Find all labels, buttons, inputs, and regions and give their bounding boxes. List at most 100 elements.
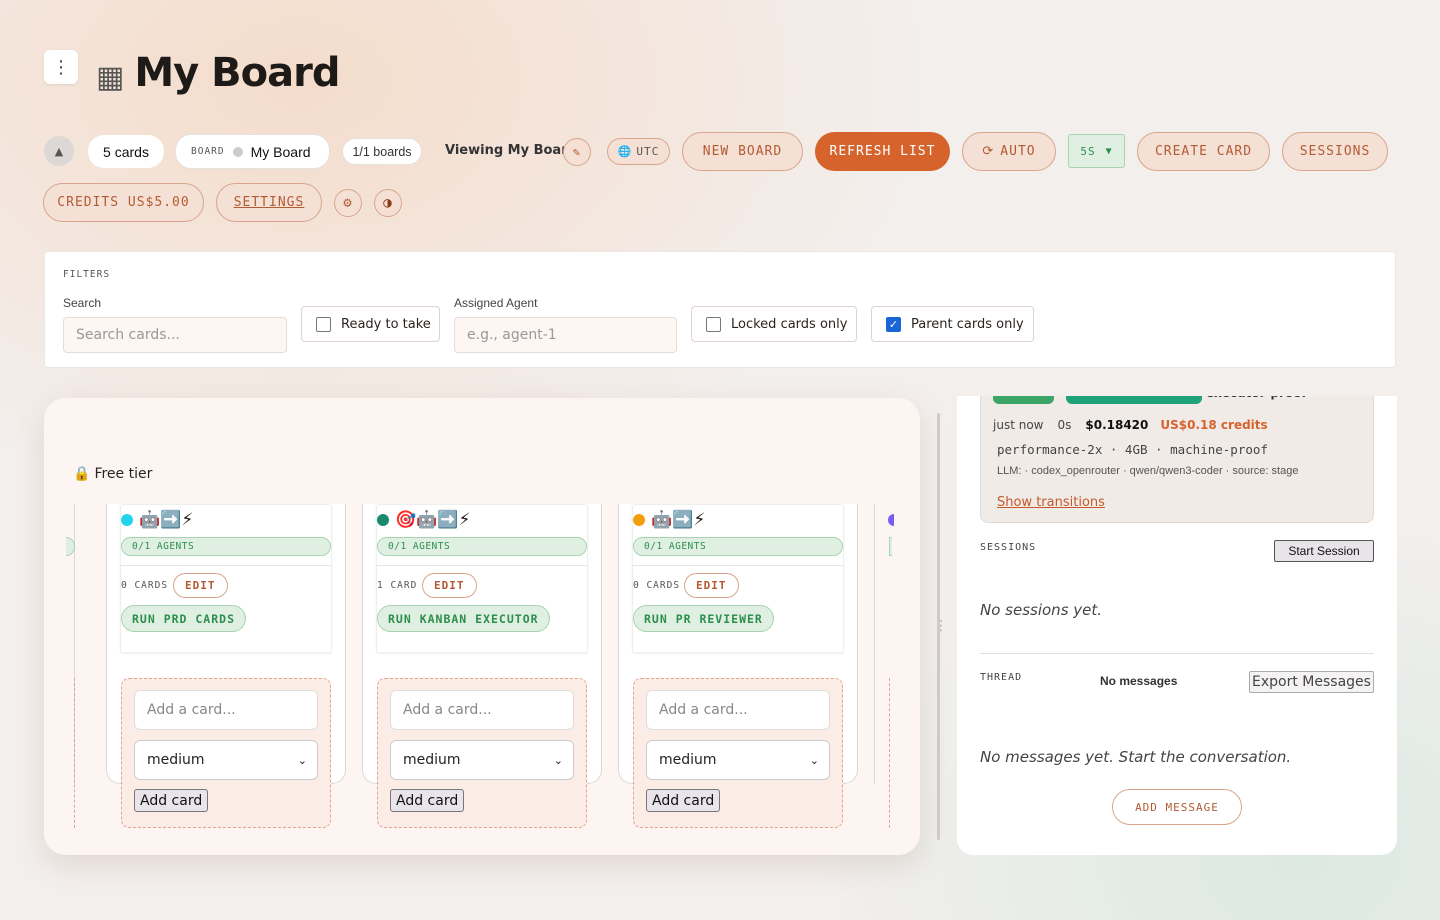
board-selector[interactable]: BOARD My Board (175, 134, 330, 169)
viewing-label: Viewing My Board (445, 143, 577, 158)
run-agent-button[interactable]: RUN PR REVIEWER (633, 605, 774, 632)
status-dot (633, 514, 645, 526)
credits-label: CREDITS US$5.00 (57, 195, 190, 210)
create-card-button[interactable]: CREATE CARD (1137, 132, 1270, 171)
edit-column-button[interactable]: EDIT (173, 573, 228, 598)
run-cost: $0.18420 (1085, 418, 1149, 432)
timezone-button[interactable]: 🌐 UTC (607, 138, 670, 165)
add-zone-partial (889, 678, 891, 828)
filters-panel: FILTERS Search Search cards... Ready to … (44, 251, 1396, 368)
grid-icon: ▦ (96, 59, 125, 95)
edit-column-button[interactable]: EDIT (422, 573, 477, 598)
priority-select[interactable]: medium ⌄ (134, 740, 318, 780)
priority-select[interactable]: medium ⌄ (646, 740, 830, 780)
pencil-icon: ✎ (572, 145, 582, 159)
vertical-dots-icon: ⋮ (52, 56, 70, 78)
parent-cards-checkbox[interactable]: ✓ Parent cards only (871, 306, 1034, 342)
chevron-down-icon: ⌄ (297, 753, 307, 767)
divider (377, 565, 587, 566)
ready-to-take-checkbox[interactable]: Ready to take (301, 306, 440, 342)
interval-select[interactable]: 5S ▼ (1068, 134, 1125, 168)
agents-badge-partial (889, 537, 892, 556)
agent-badge-partial (1066, 396, 1202, 404)
add-card-button[interactable]: Add card (134, 789, 209, 812)
auto-refresh-button[interactable]: ⟳ AUTO (962, 132, 1056, 171)
robot-arrow-bolt-icons: 🤖➡️⚡ (139, 510, 194, 530)
agents-badge: 0/1 AGENTS (121, 537, 331, 556)
card-count: 0 CARDS (121, 580, 169, 591)
board-label: BOARD (191, 146, 225, 157)
edit-board-button[interactable]: ✎ (563, 138, 591, 166)
filters-heading: FILTERS (63, 269, 111, 280)
agents-badge: 0/1 AGENTS (633, 537, 843, 556)
interval-value: 5S (1080, 144, 1096, 158)
chevron-up-icon: ▲ (54, 144, 64, 158)
locked-label: Locked cards only (731, 316, 848, 332)
status-dot (121, 514, 133, 526)
locked-cards-checkbox[interactable]: Locked cards only (691, 306, 857, 342)
run-agent-button[interactable]: RUN KANBAN EXECUTOR (377, 605, 550, 632)
divider (121, 565, 331, 566)
settings-button[interactable]: SETTINGS (216, 183, 322, 222)
search-label: Search (63, 296, 102, 310)
resize-handle-icon[interactable]: ⋮ (934, 618, 948, 634)
board-name: My Board (250, 143, 311, 160)
chevron-down-icon: ▼ (1105, 145, 1113, 157)
status-badge-partial (993, 396, 1054, 404)
refresh-icon: ⟳ (982, 144, 995, 159)
run-credits: US$0.18 credits (1160, 418, 1268, 432)
no-messages-text: No messages yet. Start the conversation. (980, 748, 1292, 766)
checkbox-box[interactable] (706, 316, 721, 332)
status-dot-partial (888, 514, 894, 526)
add-card-button[interactable]: Add card (390, 789, 465, 812)
show-transitions-link[interactable]: Show transitions (997, 495, 1105, 510)
checkbox-box[interactable] (316, 316, 331, 332)
collapse-button[interactable]: ▲ (44, 136, 74, 166)
new-board-button[interactable]: NEW BOARD (682, 132, 803, 171)
divider (980, 653, 1374, 654)
theme-toggle-button[interactable]: ◑ (374, 189, 402, 217)
chevron-down-icon: ⌄ (809, 753, 819, 767)
robot-arrow-bolt-icons: 🤖➡️⚡ (651, 510, 706, 530)
target-robot-arrow-bolt-icons: 🎯🤖➡️⚡ (395, 510, 471, 530)
boards-count-chip: 1/1 boards (342, 138, 422, 165)
priority-select[interactable]: medium ⌄ (390, 740, 574, 780)
agent-input[interactable]: e.g., agent-1 (454, 317, 677, 353)
add-card-button[interactable]: Add card (646, 789, 721, 812)
edit-column-button[interactable]: EDIT (684, 573, 739, 598)
agent-name: executor-proof (1206, 396, 1326, 400)
add-card-input[interactable]: Add a card... (646, 690, 830, 730)
priority-value: medium (403, 752, 461, 768)
sessions-heading: SESSIONS (980, 542, 1037, 553)
divider (633, 565, 843, 566)
run-meta: just now 0s $0.18420 US$0.18 credits (993, 418, 1268, 432)
column-icons: 🎯🤖➡️⚡ (377, 510, 470, 530)
priority-value: medium (659, 752, 717, 768)
add-zone-partial (73, 678, 75, 828)
add-card-input[interactable]: Add a card... (390, 690, 574, 730)
globe-icon: 🌐 (617, 145, 633, 158)
card-count: 1 CARD (377, 580, 418, 591)
checkmark-icon[interactable]: ✓ (886, 316, 901, 332)
export-messages-button[interactable]: Export Messages (1249, 671, 1374, 693)
run-agent-button[interactable]: RUN PRD CARDS (121, 605, 247, 632)
gear-icon: ⚙ (343, 195, 353, 211)
agent-label: Assigned Agent (454, 296, 538, 310)
gear-button[interactable]: ⚙ (334, 189, 362, 217)
menu-button[interactable]: ⋮ (44, 50, 78, 84)
add-card-input[interactable]: Add a card... (134, 690, 318, 730)
start-session-button[interactable]: Start Session (1274, 540, 1374, 562)
add-message-button[interactable]: ADD MESSAGE (1112, 789, 1242, 825)
priority-value: medium (147, 752, 205, 768)
refresh-list-label: REFRESH LIST (829, 144, 936, 159)
column-icons: 🤖➡️⚡ (121, 510, 193, 530)
auto-label: AUTO (1000, 144, 1036, 159)
board-status-dot (232, 146, 243, 157)
search-input[interactable]: Search cards... (63, 317, 287, 353)
parent-label: Parent cards only (911, 316, 1024, 332)
refresh-list-button[interactable]: REFRESH LIST (815, 132, 950, 171)
sessions-button[interactable]: SESSIONS (1282, 132, 1388, 171)
ready-label: Ready to take (341, 316, 431, 332)
tier-text: Free tier (94, 466, 153, 482)
credits-button[interactable]: CREDITS US$5.00 (43, 183, 204, 222)
